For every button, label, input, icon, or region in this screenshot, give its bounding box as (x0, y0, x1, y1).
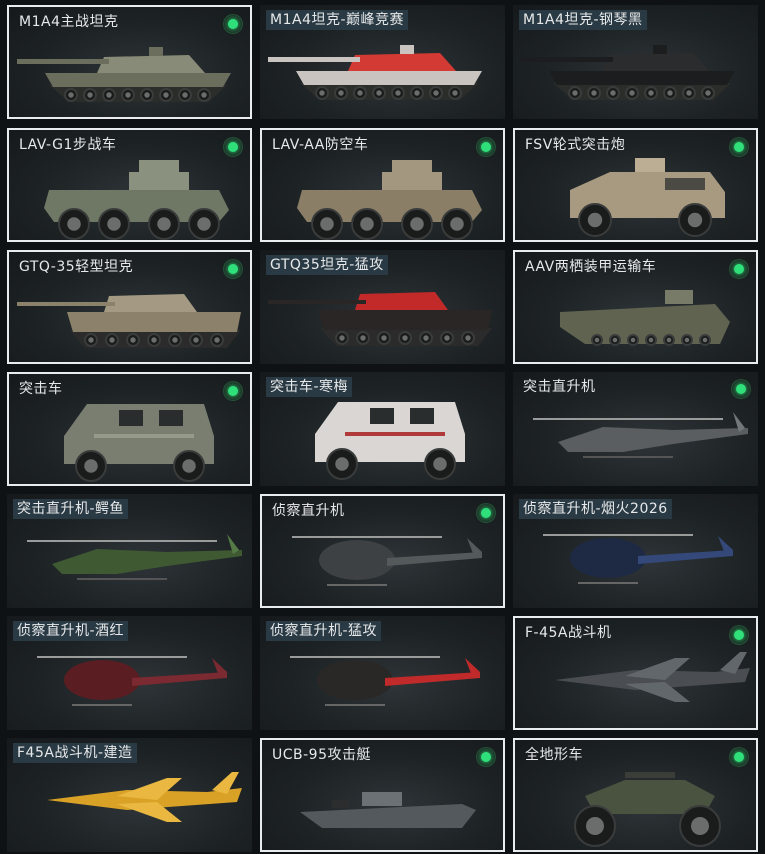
vehicle-card[interactable]: 突击车-寒梅 (260, 372, 505, 486)
vehicle-name: 突击直升机-鳄鱼 (13, 499, 129, 519)
vehicle-name: 全地形车 (525, 747, 583, 763)
vehicle-card[interactable]: 侦察直升机-猛攻 (260, 616, 505, 730)
vehicle-name: FSV轮式突击炮 (525, 137, 626, 153)
owned-indicator-icon (224, 138, 242, 156)
vehicle-name: GTQ35坦克-猛攻 (266, 255, 388, 275)
vehicle-card[interactable]: UCB-95攻击艇 (260, 738, 505, 852)
vehicle-name: UCB-95攻击艇 (272, 747, 371, 763)
vehicle-card[interactable]: 突击直升机-鳄鱼 (7, 494, 252, 608)
vehicle-card[interactable]: F-45A战斗机 (513, 616, 758, 730)
owned-indicator-icon (730, 626, 748, 644)
vehicle-card[interactable]: 侦察直升机-酒红 (7, 616, 252, 730)
vehicle-card[interactable]: GTQ-35轻型坦克 (7, 250, 252, 364)
owned-indicator-icon (730, 260, 748, 278)
vehicle-name: GTQ-35轻型坦克 (19, 259, 134, 275)
vehicle-grid: M1A4主战坦克 M1A4坦克-巅峰竞赛 M1A4坦克-钢琴黑 LAV-G1步战车 LA… (0, 0, 765, 854)
vehicle-card[interactable]: M1A4坦克-巅峰竞赛 (260, 5, 505, 119)
vehicle-name: 侦察直升机 (272, 503, 345, 519)
owned-indicator-icon (477, 504, 495, 522)
vehicle-name: 突击车 (19, 381, 63, 397)
owned-indicator-icon (224, 382, 242, 400)
vehicle-name: M1A4坦克-钢琴黑 (519, 10, 647, 30)
owned-indicator-icon (224, 15, 242, 33)
vehicle-card[interactable]: 全地形车 (513, 738, 758, 852)
vehicle-name: F45A战斗机-建造 (13, 743, 137, 763)
vehicle-card[interactable]: 侦察直升机-烟火2026 (513, 494, 758, 608)
vehicle-card[interactable]: LAV-G1步战车 (7, 128, 252, 242)
vehicle-card[interactable]: AAV两栖装甲运输车 (513, 250, 758, 364)
vehicle-card[interactable]: LAV-AA防空车 (260, 128, 505, 242)
vehicle-name: 突击直升机 (523, 379, 596, 395)
vehicle-card[interactable]: M1A4坦克-钢琴黑 (513, 5, 758, 119)
vehicle-card[interactable]: GTQ35坦克-猛攻 (260, 250, 505, 364)
vehicle-name: AAV两栖装甲运输车 (525, 259, 657, 275)
vehicle-name: 侦察直升机-酒红 (13, 621, 129, 641)
vehicle-name: M1A4主战坦克 (19, 14, 119, 30)
vehicle-card[interactable]: 突击车 (7, 372, 252, 486)
vehicle-card[interactable]: FSV轮式突击炮 (513, 128, 758, 242)
owned-indicator-icon (730, 138, 748, 156)
vehicle-name: 突击车-寒梅 (266, 377, 353, 397)
owned-indicator-icon (477, 748, 495, 766)
vehicle-name: F-45A战斗机 (525, 625, 612, 641)
vehicle-card[interactable]: F45A战斗机-建造 (7, 738, 252, 852)
owned-indicator-icon (224, 260, 242, 278)
owned-indicator-icon (732, 380, 750, 398)
vehicle-card[interactable]: M1A4主战坦克 (7, 5, 252, 119)
vehicle-name: 侦察直升机-猛攻 (266, 621, 382, 641)
vehicle-card[interactable]: 侦察直升机 (260, 494, 505, 608)
vehicle-card[interactable]: 突击直升机 (513, 372, 758, 486)
owned-indicator-icon (730, 748, 748, 766)
vehicle-name: 侦察直升机-烟火2026 (519, 499, 672, 519)
vehicle-name: LAV-AA防空车 (272, 137, 369, 153)
owned-indicator-icon (477, 138, 495, 156)
vehicle-name: M1A4坦克-巅峰竞赛 (266, 10, 409, 30)
vehicle-name: LAV-G1步战车 (19, 137, 117, 153)
